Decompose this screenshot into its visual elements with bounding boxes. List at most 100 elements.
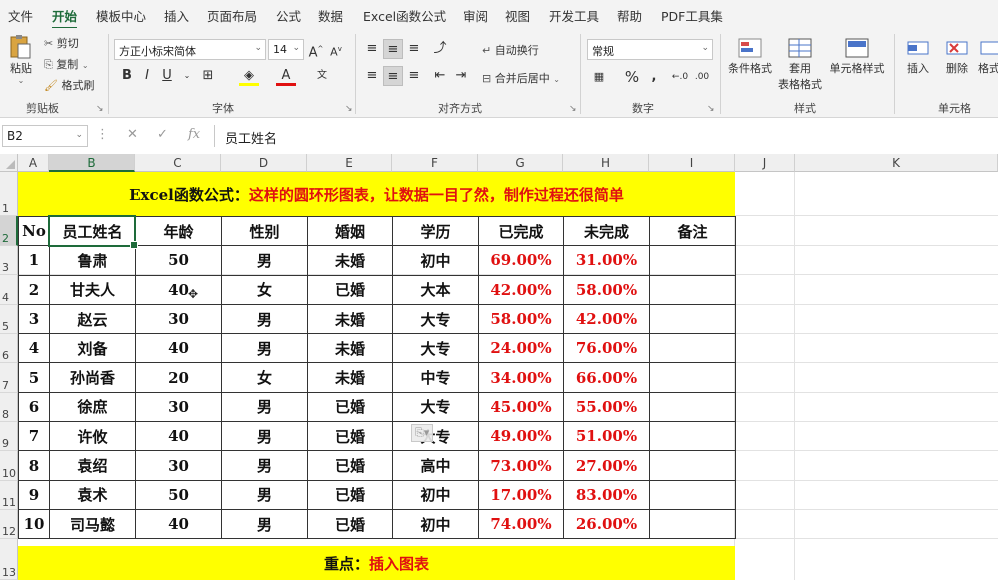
cell-age[interactable]: 30 (135, 303, 222, 335)
cell-no[interactable]: 3 (18, 303, 50, 335)
conditional-formatting-button[interactable]: 条件格式 (727, 36, 773, 76)
cell-name[interactable]: 许攸 (49, 421, 136, 452)
phonetic-guide-icon[interactable]: 文 (312, 66, 332, 86)
cell-no[interactable]: 2 (18, 274, 50, 305)
cell-age[interactable]: 50 (135, 479, 222, 510)
cell-completed[interactable]: 49.00% (478, 421, 564, 452)
decrease-indent-icon[interactable]: ⇤ (430, 66, 450, 86)
name-box[interactable]: B2 ⌄ (2, 125, 88, 147)
cell-incomplete[interactable]: 42.00% (563, 303, 650, 335)
column-header-k[interactable]: K (795, 154, 998, 172)
decrease-decimal-icon[interactable]: .00 (692, 67, 712, 87)
cell-remarks[interactable] (649, 362, 736, 393)
align-right-icon[interactable]: ≡ (404, 66, 424, 86)
cell-incomplete[interactable]: 31.00% (563, 245, 650, 276)
cell-gender[interactable]: 男 (221, 245, 308, 276)
italic-button[interactable]: I (137, 66, 157, 86)
cell-no[interactable]: 10 (18, 508, 50, 540)
row-header-4[interactable]: 4 (0, 275, 18, 305)
header-marital[interactable]: 婚姻 (307, 215, 393, 247)
cell-name[interactable]: 司马懿 (49, 508, 136, 540)
tab-developer[interactable]: 开发工具 (549, 6, 599, 25)
cell-no[interactable]: 6 (18, 391, 50, 423)
tab-view[interactable]: 视图 (505, 6, 530, 25)
cell-name[interactable]: 鲁肃 (49, 245, 136, 276)
row-header-9[interactable]: 9 (0, 422, 18, 451)
cell-gender[interactable]: 男 (221, 391, 308, 423)
column-header-a[interactable]: A (18, 154, 49, 172)
copy-button[interactable]: ⎘ 复制 ⌄ (44, 56, 89, 72)
cell-incomplete[interactable]: 66.00% (563, 362, 650, 393)
cancel-icon[interactable]: ✕ (127, 127, 138, 142)
merge-center-button[interactable]: ⊟ 合并后居中 ⌄ (482, 70, 560, 86)
cell-gender[interactable]: 女 (221, 274, 308, 305)
row-header-12[interactable]: 12 (0, 510, 18, 539)
cell-remarks[interactable] (649, 245, 736, 276)
cell-completed[interactable]: 24.00% (478, 333, 564, 364)
row-header-10[interactable]: 10 (0, 451, 18, 481)
cell-marital[interactable]: 未婚 (307, 245, 393, 276)
cell-remarks[interactable] (649, 303, 736, 335)
header-gender[interactable]: 性别 (221, 215, 308, 247)
cell-age[interactable]: 20 (135, 362, 222, 393)
format-cells-button[interactable]: 格式 (978, 36, 998, 76)
cell-name[interactable]: 刘备 (49, 333, 136, 364)
font-color-icon[interactable]: A (276, 66, 296, 86)
font-size-select[interactable]: 14 ⌄ (268, 39, 304, 60)
paste-options-icon[interactable]: ⎘▾ (411, 424, 434, 442)
worksheet[interactable]: A B C D E F G H I J K 1 2 3 4 5 6 7 8 9 … (0, 154, 998, 580)
cell-education[interactable]: 初中 (392, 508, 479, 540)
cell-education[interactable]: 初中 (392, 479, 479, 510)
header-no[interactable]: No (18, 215, 50, 247)
cell-marital[interactable]: 已婚 (307, 450, 393, 481)
delete-cells-button[interactable]: 删除 (940, 36, 974, 76)
cell-incomplete[interactable]: 51.00% (563, 421, 650, 452)
cell-remarks[interactable] (649, 421, 736, 452)
tab-home[interactable]: 开始 (52, 6, 78, 30)
tab-help[interactable]: 帮助 (617, 6, 642, 25)
underline-button[interactable]: U (157, 66, 177, 86)
cell-remarks[interactable] (649, 479, 736, 510)
cell-incomplete[interactable]: 58.00% (563, 274, 650, 305)
column-header-f[interactable]: F (392, 154, 478, 172)
tab-formulas[interactable]: 公式 (276, 6, 301, 25)
column-header-b[interactable]: B (49, 154, 135, 172)
cell-age[interactable]: 30 (135, 450, 222, 481)
orientation-icon[interactable]: ⤴ (430, 39, 450, 59)
row-header-8[interactable]: 8 (0, 393, 18, 422)
cell-name[interactable]: 孙尚香 (49, 362, 136, 393)
percent-style-button[interactable]: % (622, 67, 642, 87)
align-left-icon[interactable]: ≡ (362, 66, 382, 86)
cell-gender[interactable]: 男 (221, 333, 308, 364)
row-header-11[interactable]: 11 (0, 481, 18, 510)
cell-age[interactable]: 30 (135, 391, 222, 423)
cell-remarks[interactable] (649, 274, 736, 305)
cell-no[interactable]: 4 (18, 333, 50, 364)
cell-completed[interactable]: 34.00% (478, 362, 564, 393)
cell-no[interactable]: 9 (18, 479, 50, 510)
cell-marital[interactable]: 已婚 (307, 274, 393, 305)
cell-gender[interactable]: 男 (221, 421, 308, 452)
row-header-6[interactable]: 6 (0, 334, 18, 363)
number-dialog-launcher-icon[interactable]: ↘ (707, 104, 715, 114)
cell-incomplete[interactable]: 83.00% (563, 479, 650, 510)
align-top-icon[interactable]: ≡ (362, 39, 382, 59)
cell-completed[interactable]: 17.00% (478, 479, 564, 510)
align-center-icon[interactable]: ≡ (383, 66, 403, 86)
increase-indent-icon[interactable]: ⇥ (451, 66, 471, 86)
format-as-table-button[interactable]: 套用 表格格式 (774, 36, 826, 92)
font-name-select[interactable]: 方正小标宋简体 ⌄ (114, 39, 266, 60)
tab-template-center[interactable]: 模板中心 (96, 6, 146, 25)
cell-education[interactable]: 大专 (392, 333, 479, 364)
cell-education[interactable]: 大本 (392, 274, 479, 305)
header-age[interactable]: 年龄 (135, 215, 222, 247)
cell-no[interactable]: 1 (18, 245, 50, 276)
header-completed[interactable]: 已完成 (478, 215, 564, 247)
tab-excel-formulas[interactable]: Excel函数公式 (363, 6, 446, 25)
row-header-3[interactable]: 3 (0, 246, 18, 275)
cell-name[interactable]: 袁绍 (49, 450, 136, 481)
cell-incomplete[interactable]: 55.00% (563, 391, 650, 423)
accounting-format-icon[interactable]: ▦ (589, 67, 609, 87)
more-options-icon[interactable]: ⋮ (96, 127, 109, 142)
increase-decimal-icon[interactable]: ←.0 (670, 67, 690, 87)
